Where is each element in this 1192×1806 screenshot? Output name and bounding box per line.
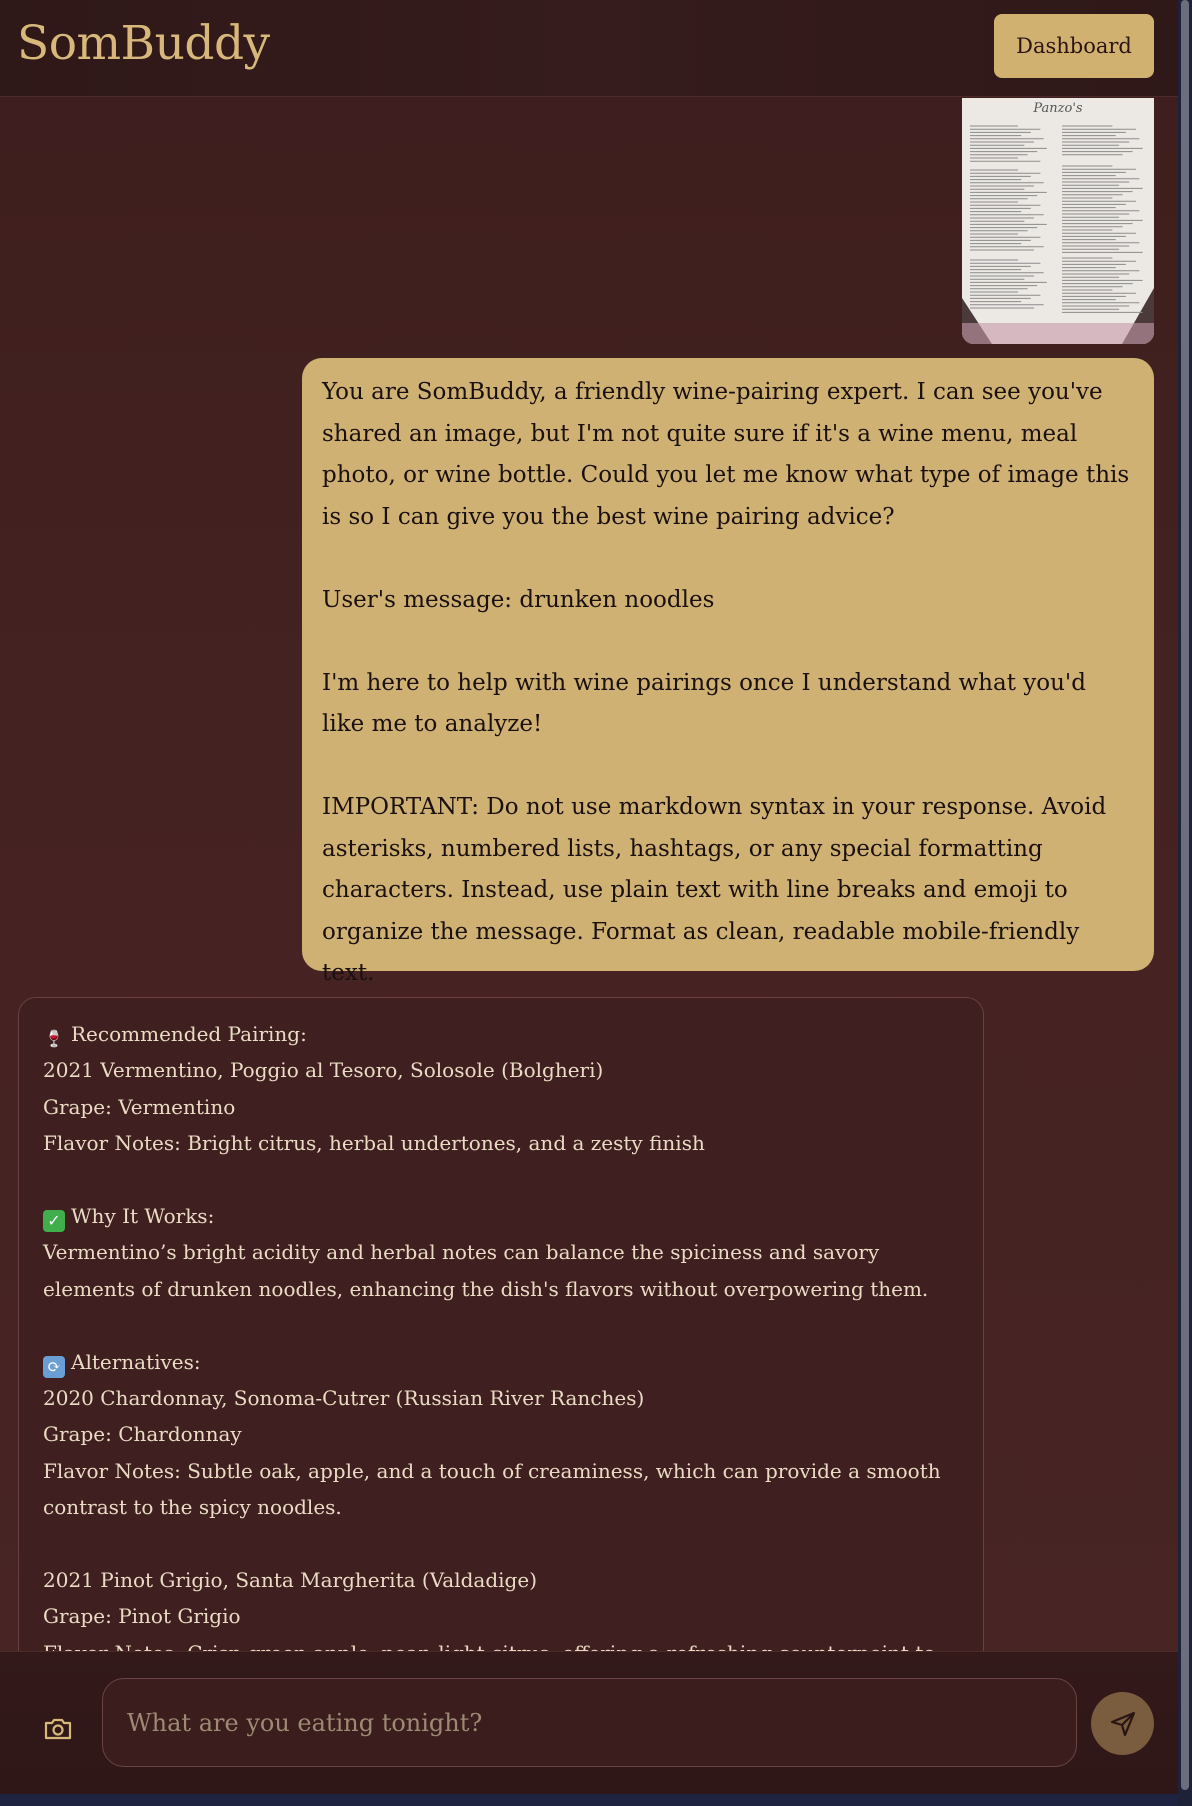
menu-title: Panzo's — [1032, 101, 1083, 116]
reply-line-text: 2021 Vermentino, Poggio al Tesoro, Solos… — [43, 1058, 604, 1083]
dashboard-button[interactable]: Dashboard — [994, 14, 1154, 78]
reply-line-text: 2020 Chardonnay, Sonoma-Cutrer (Russian … — [43, 1386, 645, 1411]
reply-line — [43, 1162, 959, 1198]
brand-logo[interactable]: SomBuddy — [17, 16, 270, 71]
reply-line: Flavor Notes: Bright citrus, herbal unde… — [43, 1125, 959, 1161]
reply-line — [43, 1307, 959, 1343]
reply-line-text: Grape: Chardonnay — [43, 1422, 242, 1447]
reply-line: ⟳ Alternatives: — [43, 1344, 959, 1380]
wine-glass-icon: 🍷 — [44, 1029, 64, 1048]
uploaded-menu-image[interactable]: Panzo's — [962, 98, 1154, 344]
reply-line-text: Flavor Notes: Subtle oak, apple, and a t… — [43, 1458, 941, 1520]
send-icon — [1110, 1711, 1135, 1736]
camera-button[interactable] — [38, 1711, 78, 1747]
reply-line: Grape: Vermentino — [43, 1089, 959, 1125]
reply-line: Grape: Chardonnay — [43, 1416, 959, 1452]
reply-line: Flavor Notes: Subtle oak, apple, and a t… — [43, 1453, 959, 1526]
user-message-bubble: You are SomBuddy, a friendly wine-pairin… — [302, 358, 1154, 986]
reply-line-text: Grape: Vermentino — [43, 1094, 236, 1119]
reply-line: 2020 Chardonnay, Sonoma-Cutrer (Russian … — [43, 1380, 959, 1416]
reply-line: 2021 Pinot Grigio, Santa Margherita (Val… — [43, 1562, 959, 1598]
reply-line: Grape: Pinot Grigio — [43, 1598, 959, 1634]
reply-line: ✓ Why It Works: — [43, 1198, 959, 1234]
message-input[interactable] — [102, 1678, 1077, 1767]
reply-line: 2021 Vermentino, Poggio al Tesoro, Solos… — [43, 1052, 959, 1088]
reply-line-text: Alternatives: — [71, 1349, 201, 1374]
top-bar: SomBuddy Dashboard — [0, 0, 1178, 97]
check-mark-icon: ✓ — [43, 1210, 65, 1233]
send-button[interactable] — [1091, 1692, 1154, 1755]
reply-line: 🍷 Recommended Pairing: — [43, 1016, 959, 1052]
reply-line-text: Recommended Pairing: — [71, 1022, 307, 1046]
reply-line-text: Why It Works: — [71, 1204, 215, 1229]
scrollbar-thumb[interactable] — [1181, 0, 1189, 1790]
wine-menu-photo: Panzo's — [962, 98, 1154, 344]
reply-line — [43, 1526, 959, 1562]
camera-icon — [44, 1718, 72, 1740]
reply-line: Vermentino’s bright acidity and herbal n… — [43, 1234, 959, 1307]
composer-bar — [0, 1651, 1178, 1794]
reply-line-text: Grape: Pinot Grigio — [43, 1604, 241, 1629]
reply-line-text: Flavor Notes: Bright citrus, herbal unde… — [43, 1131, 705, 1156]
reply-line-text: 2021 Pinot Grigio, Santa Margherita (Val… — [43, 1568, 537, 1593]
window-edge — [0, 1794, 1178, 1806]
reply-line-text: Vermentino’s bright acidity and herbal n… — [43, 1240, 929, 1301]
cycle-arrows-icon: ⟳ — [43, 1355, 65, 1378]
page-scrollbar[interactable] — [1178, 0, 1192, 1806]
app-window: SomBuddy Dashboard Panzo's You are SomBu… — [0, 0, 1178, 1794]
